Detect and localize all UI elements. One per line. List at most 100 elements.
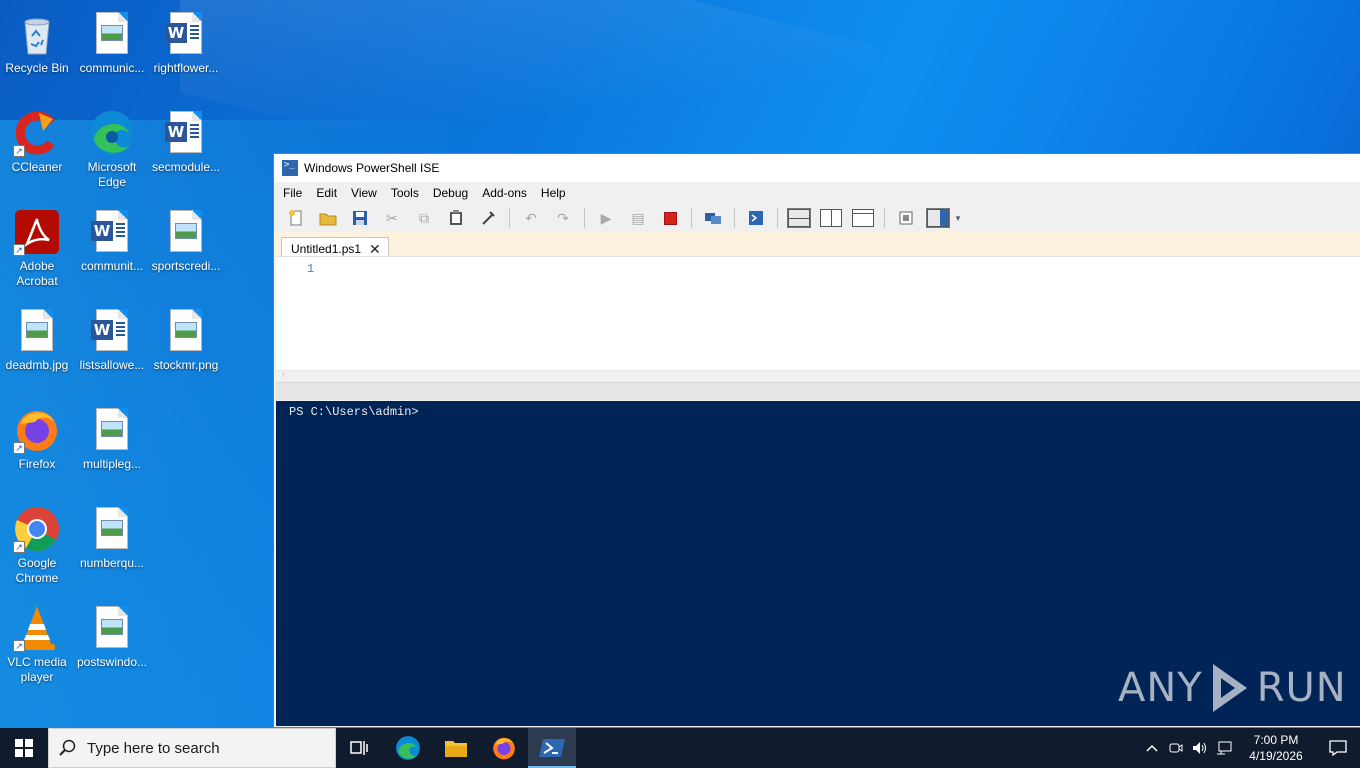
clock-time: 7:00 PM [1253,733,1299,747]
show-hidden-icons-chevron-icon[interactable] [1140,728,1164,768]
chrome-icon: ↗ [13,505,61,553]
network-icon[interactable] [1212,728,1236,768]
shortcut-arrow-icon: ↗ [13,640,25,652]
toolbar-separator [584,208,585,228]
word-document-icon: W [162,109,210,157]
desktop-icon-firefox[interactable]: ↗ Firefox [0,402,74,494]
desktop-icon-vlc[interactable]: ↗ VLC media player [0,600,74,692]
toolbar-separator [884,208,885,228]
menu-file[interactable]: File [276,186,309,200]
desktop-icon-label: Firefox [18,457,56,471]
copy-icon[interactable]: ⧉ [412,207,436,229]
desktop-icon-numberqu[interactable]: numberqu... [75,501,149,593]
toolbar-separator [777,208,778,228]
desktop-icon-sportscredi[interactable]: sportscredi... [149,204,223,296]
adobe-acrobat-icon: ↗ [13,208,61,256]
desktop-icon-stockmr[interactable]: stockmr.png [149,303,223,395]
desktop-icon-google-chrome[interactable]: ↗ Google Chrome [0,501,74,593]
desktop-icon-label: Adobe Acrobat [16,259,58,288]
desktop-icon-ccleaner[interactable]: ↗ CCleaner [0,105,74,197]
clear-console-icon[interactable] [476,207,500,229]
desktop-icon-secmodule[interactable]: W secmodule... [149,105,223,197]
task-view-icon [350,741,368,755]
show-command-window-icon[interactable] [894,207,918,229]
desktop-icon-recycle-bin[interactable]: Recycle Bin [0,6,74,98]
cut-icon[interactable]: ✂ [380,207,404,229]
image-file-icon [88,505,136,553]
show-command-addon-icon[interactable] [926,207,950,229]
desktop: Recycle Bin ↗ CCleaner ↗ Adobe Acrobat d… [0,0,1360,728]
menu-add-ons[interactable]: Add-ons [475,186,534,200]
shortcut-arrow-icon: ↗ [13,541,25,553]
recycle-bin-icon [13,10,61,58]
toolbar-separator [691,208,692,228]
toolbar-separator [509,208,510,228]
menu-help[interactable]: Help [534,186,573,200]
editor-horizontal-scrollbar[interactable]: ‹ [276,369,1360,382]
desktop-icon-label: Recycle Bin [5,61,69,75]
desktop-icon-label: listsallowe... [79,358,145,372]
menu-tools[interactable]: Tools [384,186,426,200]
line-number: 1 [307,262,315,276]
firefox-icon: ↗ [13,406,61,454]
word-document-icon: W [162,10,210,58]
save-icon[interactable] [348,207,372,229]
show-script-pane-maximized-icon[interactable] [851,207,875,229]
taskbar-search-box[interactable]: Type here to search [48,728,336,768]
open-folder-icon[interactable] [316,207,340,229]
show-script-pane-right-icon[interactable] [819,207,843,229]
redo-icon[interactable]: ↷ [551,207,575,229]
toolbar: ✂ ⧉ ↶ ↷ ▶ ▤ ▾ [274,204,1360,232]
action-center-button[interactable] [1316,740,1360,756]
desktop-icon-rightflower[interactable]: W rightflower... [149,6,223,98]
menu-edit[interactable]: Edit [309,186,344,200]
desktop-icon-adobe-acrobat[interactable]: ↗ Adobe Acrobat [0,204,74,296]
taskbar: Type here to search 7:00 PM 4/19/2026 [0,728,1360,768]
start-powershell-icon[interactable] [744,207,768,229]
powershell-ise-icon [539,739,565,757]
scroll-left-icon[interactable]: ‹ [282,369,285,380]
start-button[interactable] [0,728,48,768]
firefox-icon [493,737,515,760]
console-prompt: PS C:\Users\admin> [289,405,419,419]
stop-operation-icon[interactable] [658,207,682,229]
watermark-text-right: RUN [1256,665,1347,711]
desktop-icon-label: postswindo... [76,655,148,669]
windows-logo-icon [15,739,33,757]
word-document-icon: W [88,307,136,355]
edge-icon [396,736,420,760]
desktop-icon-communic[interactable]: communic... [75,6,149,98]
paste-icon[interactable] [444,207,468,229]
taskbar-firefox-button[interactable] [480,728,528,768]
close-tab-icon[interactable]: ✕ [369,241,381,258]
system-tray: 7:00 PM 4/19/2026 [1140,728,1360,768]
toolbar-overflow-icon[interactable]: ▾ [954,207,962,229]
taskbar-clock[interactable]: 7:00 PM 4/19/2026 [1236,732,1316,764]
desktop-icon-multipleg[interactable]: multipleg... [75,402,149,494]
taskbar-powershell-ise-button[interactable] [528,728,576,768]
task-view-button[interactable] [336,728,384,768]
undo-icon[interactable]: ↶ [519,207,543,229]
script-editor[interactable]: 1 ‹ [276,256,1360,382]
run-script-icon[interactable]: ▶ [594,207,618,229]
desktop-icon-microsoft-edge[interactable]: Microsoft Edge [75,105,149,197]
desktop-icon-deadmb[interactable]: deadmb.jpg [0,303,74,395]
run-selection-icon[interactable]: ▤ [626,207,650,229]
desktop-icon-label: sportscredi... [151,259,221,273]
desktop-icon-label: multipleg... [82,457,142,471]
desktop-icon-postswindo[interactable]: postswindo... [75,600,149,692]
meet-now-icon[interactable] [1164,728,1188,768]
menu-view[interactable]: View [344,186,384,200]
remote-powershell-icon[interactable] [701,207,725,229]
taskbar-edge-button[interactable] [384,728,432,768]
desktop-icon-communit[interactable]: W communit... [75,204,149,296]
window-titlebar[interactable]: Windows PowerShell ISE [274,154,1360,182]
vlc-icon: ↗ [13,604,61,652]
taskbar-file-explorer-button[interactable] [432,728,480,768]
new-file-icon[interactable] [284,207,308,229]
show-script-pane-top-icon[interactable] [787,207,811,229]
desktop-icon-listsallowe[interactable]: W listsallowe... [75,303,149,395]
pane-splitter[interactable] [276,382,1360,400]
volume-icon[interactable] [1188,728,1212,768]
menu-debug[interactable]: Debug [426,186,475,200]
